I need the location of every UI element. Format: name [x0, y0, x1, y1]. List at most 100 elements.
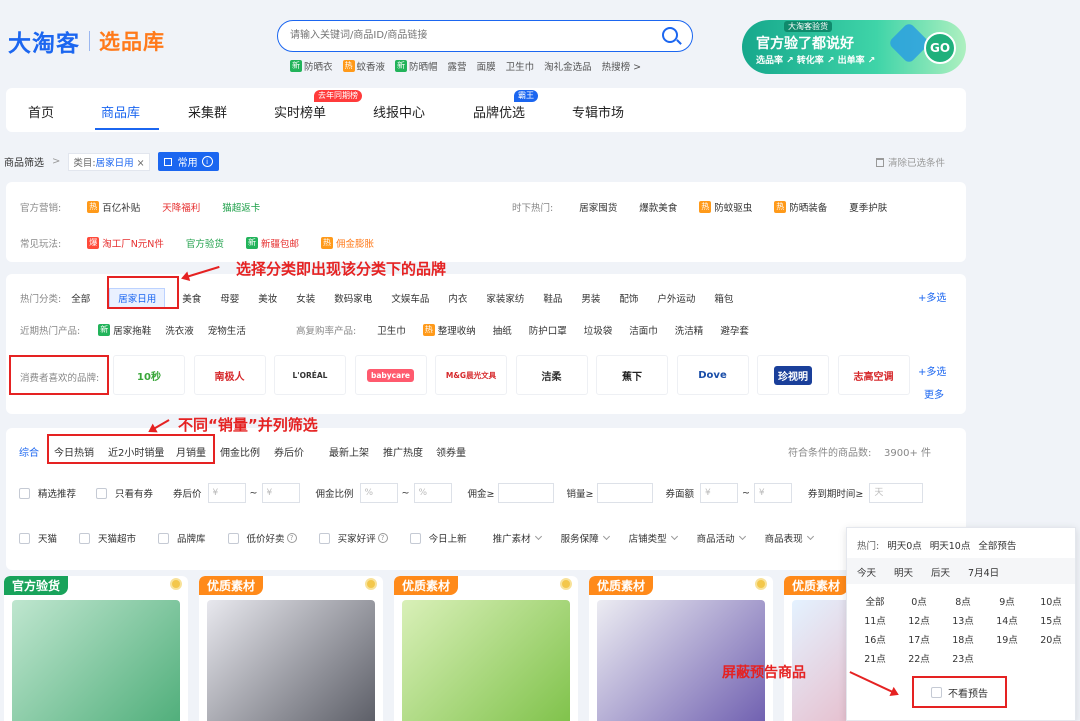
expire-input[interactable]: 天: [869, 483, 924, 503]
search-input[interactable]: [290, 21, 650, 50]
category-item[interactable]: 箱包: [714, 291, 733, 305]
filter-option[interactable]: 热百亿补贴: [87, 200, 140, 214]
commission-input[interactable]: [498, 483, 555, 503]
info-icon[interactable]: i: [201, 156, 213, 167]
hour-option[interactable]: 19点: [985, 632, 1029, 646]
tmall-checkbox[interactable]: [19, 532, 30, 544]
brand-logo[interactable]: 蕉下: [596, 355, 668, 395]
shop-type-dropdown[interactable]: 店铺类型: [629, 531, 678, 545]
category-item[interactable]: 母婴: [220, 291, 239, 305]
filter-option[interactable]: 垃圾袋: [584, 323, 613, 337]
go-button[interactable]: GO: [924, 32, 956, 64]
sort-newest[interactable]: 最新上架: [329, 444, 369, 459]
filter-option[interactable]: 宠物生活: [208, 323, 246, 337]
filter-option[interactable]: 居家囤货: [579, 200, 617, 214]
help-icon[interactable]: ?: [286, 533, 297, 543]
brand-logo[interactable]: L'ORÉAL: [274, 355, 346, 395]
hot-option[interactable]: 明天0点: [887, 538, 922, 552]
today-new-checkbox[interactable]: [409, 532, 421, 544]
filter-option[interactable]: 猫超返卡: [222, 200, 260, 214]
filter-option[interactable]: 夏季护肤: [849, 200, 887, 214]
coupon-min-input[interactable]: ¥: [699, 483, 738, 503]
filter-option[interactable]: 洁面巾: [629, 323, 658, 337]
price-min-input[interactable]: ¥: [207, 483, 246, 503]
day-tab[interactable]: 明天: [894, 565, 913, 579]
category-item[interactable]: 男装: [581, 291, 600, 305]
tab-deals-center[interactable]: 线报中心: [373, 102, 425, 121]
hour-option[interactable]: 23点: [941, 651, 985, 665]
sort-coupon-claims[interactable]: 领券量: [436, 444, 466, 459]
product-card[interactable]: 优质素材: [199, 576, 383, 721]
product-image[interactable]: [12, 600, 180, 721]
hot-option[interactable]: 明天10点: [930, 538, 971, 552]
common-button[interactable]: 常用 i: [157, 152, 219, 171]
close-icon[interactable]: ×: [137, 158, 145, 169]
sort-promo-heat[interactable]: 推广热度: [383, 444, 423, 459]
hot-word[interactable]: 面膜: [477, 59, 496, 73]
category-item[interactable]: 鞋品: [543, 291, 562, 305]
hot-word[interactable]: 热搜榜 >: [602, 59, 641, 73]
crumb-root[interactable]: 商品筛选: [4, 154, 44, 169]
hour-option[interactable]: 10点: [1029, 594, 1073, 608]
tab-collect-groups[interactable]: 采集群: [188, 102, 227, 121]
brand-logo[interactable]: babycare: [354, 355, 427, 395]
hour-option[interactable]: 0点: [897, 594, 941, 608]
filter-option[interactable]: 防护口罩: [529, 323, 567, 337]
hour-option[interactable]: 9点: [985, 594, 1029, 608]
sort-after-coupon-price[interactable]: 券后价: [274, 444, 304, 459]
product-card[interactable]: 优质素材: [394, 576, 578, 721]
sales-input[interactable]: [597, 483, 654, 503]
service-dropdown[interactable]: 服务保障: [561, 531, 610, 545]
tab-brand-picks[interactable]: 品牌优选: [473, 102, 525, 121]
brand-more-link[interactable]: 更多: [924, 386, 944, 401]
hour-option[interactable]: 16点: [853, 632, 897, 646]
ratio-min-input[interactable]: %: [359, 483, 398, 503]
coupon-max-input[interactable]: ¥: [753, 483, 792, 503]
hour-option[interactable]: 14点: [985, 613, 1029, 627]
good-review-checkbox[interactable]: [318, 532, 330, 544]
hour-option[interactable]: 13点: [941, 613, 985, 627]
low-price-checkbox[interactable]: [227, 532, 239, 544]
brand-logo[interactable]: 南极人: [193, 355, 266, 395]
help-icon[interactable]: ?: [377, 533, 388, 543]
hour-option[interactable]: 21点: [853, 651, 897, 665]
brand-logo[interactable]: M&G晨光文具: [435, 355, 507, 395]
hour-option[interactable]: 11点: [853, 613, 897, 627]
hour-option[interactable]: 12点: [897, 613, 941, 627]
hot-word[interactable]: 新防晒帽: [395, 59, 438, 73]
tab-realtime-rank[interactable]: 实时榜单: [274, 102, 326, 121]
tab-home[interactable]: 首页: [28, 102, 54, 121]
tab-album-market[interactable]: 专辑市场: [572, 102, 624, 121]
activity-dropdown[interactable]: 商品活动: [697, 531, 746, 545]
filter-option[interactable]: 天降福利: [162, 200, 200, 214]
no-preview-toggle[interactable]: 不看预告: [912, 676, 1007, 708]
verify-banner[interactable]: 大淘客验货 官方验了都说好 选品率 ↗ 转化率 ↗ 出单率 ↗ GO: [742, 20, 966, 74]
product-image[interactable]: [597, 600, 765, 721]
sort-commission[interactable]: 佣金比例: [220, 444, 260, 459]
hour-option[interactable]: 22点: [897, 651, 941, 665]
filter-option[interactable]: 爆淘工厂N元N件: [87, 236, 164, 250]
filter-option[interactable]: 热防蚊驱虫: [699, 200, 752, 214]
selected-category-chip[interactable]: 类目:居家日用 ×: [68, 152, 150, 171]
filter-option[interactable]: 洗洁精: [675, 323, 704, 337]
brand-multi-select[interactable]: +多选: [918, 363, 946, 378]
product-card[interactable]: 官方验货: [4, 576, 188, 721]
hour-option[interactable]: 15点: [1029, 613, 1073, 627]
day-tab[interactable]: 7月4日: [968, 565, 999, 579]
category-multi-select[interactable]: +多选: [918, 289, 946, 304]
filter-option[interactable]: 新新疆包邮: [245, 236, 299, 250]
hour-option[interactable]: 全部: [853, 594, 897, 608]
tab-product-library[interactable]: 商品库: [101, 102, 140, 121]
product-card[interactable]: 优质素材: [589, 576, 773, 721]
category-item[interactable]: 家装家纺: [486, 291, 524, 305]
brand-logo[interactable]: 10秒: [113, 355, 185, 395]
category-item[interactable]: 配饰: [619, 291, 638, 305]
price-max-input[interactable]: ¥: [261, 483, 300, 503]
tmall-super-checkbox[interactable]: [79, 532, 91, 544]
filter-option[interactable]: 官方验货: [186, 236, 224, 250]
brand-logo[interactable]: 珍视明: [757, 355, 829, 395]
category-item[interactable]: 文娱车品: [391, 291, 429, 305]
brand-logo[interactable]: Dove: [676, 355, 749, 395]
hour-option[interactable]: 8点: [941, 594, 985, 608]
day-tab[interactable]: 后天: [931, 565, 950, 579]
